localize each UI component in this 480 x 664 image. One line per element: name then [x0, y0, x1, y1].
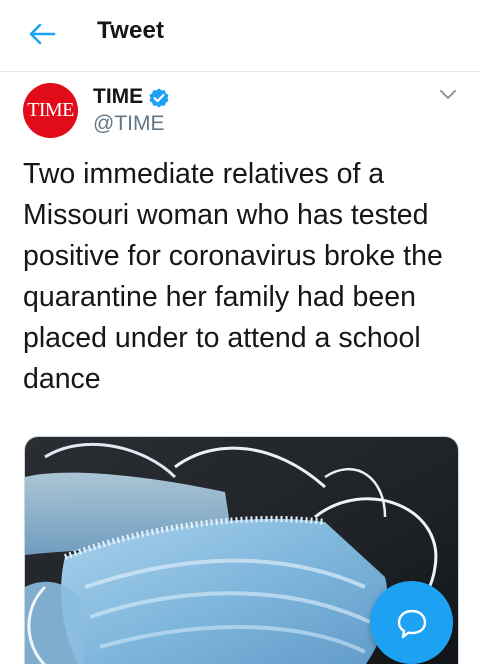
author-handle[interactable]: @TIME: [93, 112, 164, 136]
reply-fab-button[interactable]: [370, 581, 453, 664]
tweet-text: Two immediate relatives of a Missouri wo…: [23, 158, 443, 395]
avatar[interactable]: TIME: [23, 83, 78, 138]
avatar-logo-text: TIME: [27, 99, 74, 121]
chevron-down-icon: [440, 90, 456, 99]
tweet-detail-screen: Tweet TIME TIME @TIME Two immediate rela…: [0, 0, 480, 664]
tweet-menu-button[interactable]: [437, 86, 459, 104]
reply-bubble-icon: [397, 609, 426, 638]
top-app-bar: Tweet: [0, 0, 480, 72]
page-title: Tweet: [97, 17, 165, 44]
verified-badge-icon: [149, 88, 169, 108]
arrow-left-icon: [29, 23, 56, 45]
back-button[interactable]: [22, 16, 62, 52]
author-name[interactable]: TIME: [93, 85, 143, 109]
